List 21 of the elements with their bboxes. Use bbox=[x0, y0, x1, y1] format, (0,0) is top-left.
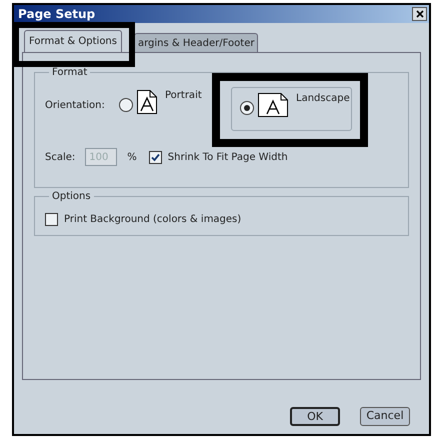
checkbox-label: Print Background (colors & images) bbox=[64, 212, 242, 226]
tab[interactable]: argins & Header/Footer bbox=[134, 33, 258, 52]
checkbox[interactable] bbox=[148, 150, 162, 164]
group-legend: Options bbox=[49, 189, 94, 204]
landscape-page-icon bbox=[258, 93, 288, 117]
orientation-option-label: Portrait bbox=[165, 89, 202, 103]
orientation-label: Orientation: bbox=[45, 99, 106, 113]
dialog-button[interactable]: OK bbox=[290, 407, 340, 426]
checkbox-label: Shrink To Fit Page Width bbox=[168, 150, 288, 164]
checkbox[interactable] bbox=[45, 212, 58, 226]
tab[interactable]: Format & Options bbox=[24, 30, 122, 52]
orientation-option-label: Landscape bbox=[296, 92, 350, 106]
portrait-page-icon bbox=[137, 90, 157, 114]
close-icon bbox=[416, 10, 424, 18]
scale-label: Scale: bbox=[45, 150, 76, 164]
window-title: Page Setup bbox=[18, 6, 96, 23]
radio-button[interactable] bbox=[119, 98, 133, 112]
percent-label: % bbox=[127, 150, 137, 164]
close-button[interactable] bbox=[412, 7, 427, 21]
dialog-button[interactable]: Cancel bbox=[360, 407, 410, 426]
radio-button[interactable] bbox=[240, 101, 254, 115]
